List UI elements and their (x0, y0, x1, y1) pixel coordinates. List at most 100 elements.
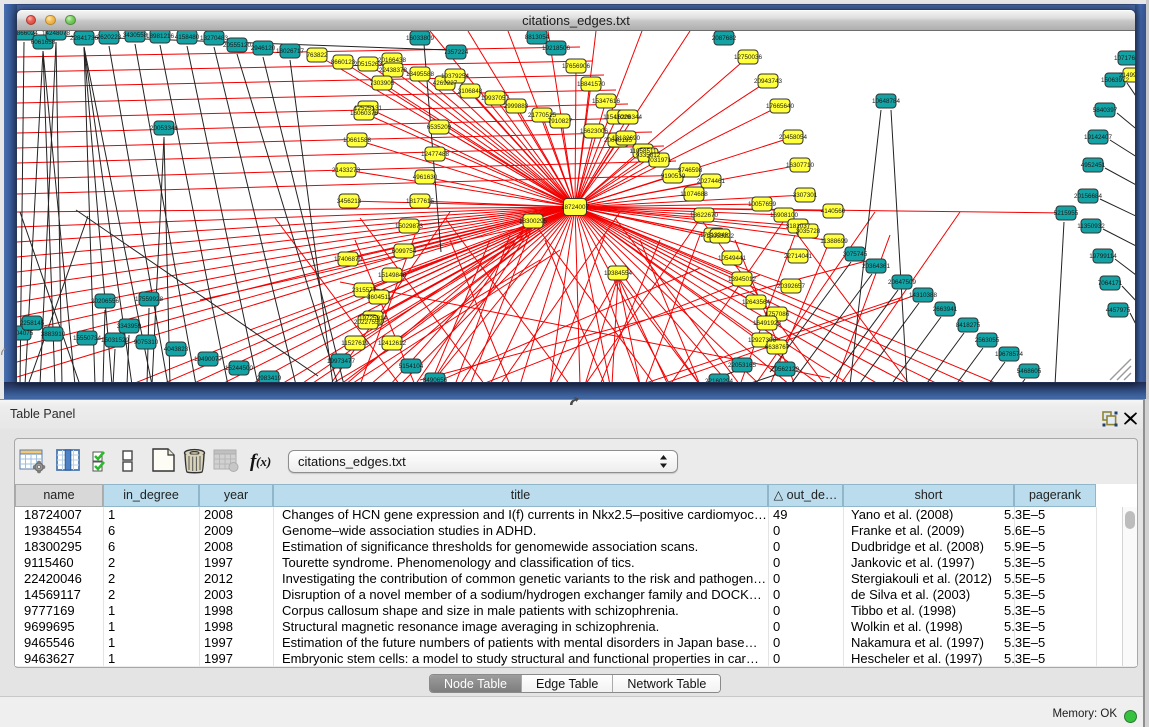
svg-text:19490077: 19490077 (194, 356, 223, 363)
svg-text:10057659: 10057659 (748, 201, 777, 208)
svg-text:16033809: 16033809 (406, 35, 435, 42)
svg-text:2663941: 2663941 (933, 306, 958, 313)
svg-text:16623006: 16623006 (580, 128, 609, 135)
svg-text:10549441: 10549441 (718, 255, 747, 262)
svg-text:15149848: 15149848 (378, 272, 407, 279)
svg-text:22841736: 22841736 (70, 35, 99, 42)
svg-text:18026717: 18026717 (276, 48, 305, 55)
svg-text:10648784: 10648784 (872, 98, 901, 105)
svg-text:18841570: 18841570 (577, 81, 606, 88)
svg-text:20458054: 20458054 (779, 134, 808, 141)
svg-text:20274461: 20274461 (697, 178, 726, 185)
svg-text:11074688: 11074688 (680, 191, 708, 198)
svg-text:4952451: 4952451 (1081, 162, 1106, 169)
svg-text:20206556: 20206556 (91, 298, 120, 305)
svg-text:14310388: 14310388 (909, 292, 938, 299)
svg-text:16307710: 16307710 (786, 162, 815, 169)
svg-text:11527619: 11527619 (341, 340, 369, 347)
svg-text:21433273: 21433273 (332, 167, 361, 174)
svg-text:14248078: 14248078 (42, 31, 71, 37)
svg-text:9190519: 9190519 (661, 173, 686, 180)
svg-text:19218506: 19218506 (542, 45, 571, 52)
svg-text:3035728: 3035728 (796, 228, 821, 235)
svg-text:12412612: 12412612 (378, 340, 407, 347)
svg-text:3883910: 3883910 (41, 331, 66, 338)
svg-text:12750036: 12750036 (734, 54, 763, 61)
svg-text:7910827: 7910827 (548, 118, 573, 125)
svg-text:17559928: 17559928 (135, 296, 164, 303)
svg-text:17656906: 17656906 (562, 63, 591, 70)
svg-text:2946120: 2946120 (251, 45, 276, 52)
svg-text:20364361: 20364361 (862, 263, 891, 270)
svg-text:12927396: 12927396 (748, 337, 777, 344)
svg-text:20392657: 20392657 (777, 283, 806, 290)
svg-text:13132690: 13132690 (612, 135, 641, 142)
svg-text:6535209: 6535209 (427, 124, 452, 131)
svg-text:11866024: 11866024 (17, 31, 38, 37)
svg-text:16206344: 16206344 (614, 114, 643, 121)
svg-text:22438378: 22438378 (379, 67, 408, 74)
svg-text:5840397: 5840397 (1093, 107, 1118, 114)
svg-text:3075745: 3075745 (843, 251, 868, 258)
svg-text:11388699: 11388699 (820, 238, 848, 245)
svg-text:7357224: 7357224 (444, 49, 469, 56)
svg-text:4457975: 4457975 (1106, 307, 1131, 314)
svg-text:6638767: 6638767 (765, 344, 790, 351)
svg-text:7303905: 7303905 (370, 80, 395, 87)
svg-text:17406879: 17406879 (334, 256, 363, 263)
svg-text:5468605: 5468605 (1017, 368, 1042, 375)
svg-text:19142407: 19142407 (1084, 134, 1113, 141)
svg-text:2983419: 2983419 (257, 375, 282, 382)
svg-text:15031529: 15031529 (101, 337, 130, 344)
svg-text:15550734: 15550734 (73, 335, 102, 342)
svg-text:20943743: 20943743 (754, 78, 783, 85)
svg-text:17665640: 17665640 (766, 103, 795, 110)
svg-text:2563055: 2563055 (975, 337, 1000, 344)
svg-text:18724007: 18724007 (561, 204, 590, 211)
svg-text:2999883: 2999883 (504, 103, 529, 110)
svg-text:4269227: 4269227 (433, 80, 458, 87)
svg-text:1757086: 1757086 (765, 311, 790, 318)
svg-text:22053165: 22053165 (728, 362, 757, 369)
svg-text:20562129: 20562129 (771, 366, 800, 373)
svg-text:3106848: 3106848 (458, 88, 483, 95)
svg-text:18177615: 18177615 (406, 198, 435, 205)
svg-text:20053346: 20053346 (150, 125, 179, 132)
svg-text:3746598: 3746598 (678, 167, 703, 174)
svg-text:3604511: 3604511 (367, 294, 392, 301)
svg-text:20156684: 20156684 (1074, 193, 1103, 200)
svg-text:5215955: 5215955 (1054, 210, 1079, 217)
svg-text:18622670: 18622670 (690, 212, 719, 219)
svg-text:2620223: 2620223 (97, 34, 122, 41)
svg-text:4961630: 4961630 (413, 174, 438, 181)
svg-text:11350932: 11350932 (1077, 223, 1105, 230)
svg-text:18981216: 18981216 (146, 33, 175, 40)
svg-text:18300295: 18300295 (519, 218, 548, 225)
svg-text:8418275: 8418275 (956, 322, 981, 329)
svg-text:20227559: 20227559 (354, 319, 383, 326)
svg-text:22714041: 22714041 (784, 253, 813, 260)
svg-text:4158480: 4158480 (175, 34, 200, 41)
svg-text:2258145: 2258145 (20, 320, 45, 327)
svg-text:21499058: 21499058 (1119, 72, 1135, 79)
svg-text:4043823: 4043823 (164, 346, 189, 353)
svg-text:12477488: 12477488 (421, 151, 450, 158)
svg-text:7031971: 7031971 (647, 157, 672, 164)
svg-text:(x): (x) (256, 454, 271, 469)
svg-text:8490656: 8490656 (423, 377, 448, 382)
svg-text:22160294: 22160294 (705, 378, 734, 382)
svg-text:10661588: 10661588 (343, 137, 372, 144)
svg-text:20166438: 20166438 (378, 57, 407, 64)
svg-text:20647509: 20647509 (888, 279, 917, 286)
svg-text:763822: 763822 (306, 52, 328, 59)
svg-text:19973477: 19973477 (327, 358, 356, 365)
svg-text:19384554: 19384554 (604, 270, 633, 277)
svg-text:19799114: 19799114 (1089, 253, 1117, 260)
svg-text:13270483: 13270483 (200, 35, 229, 42)
svg-text:13495588: 13495588 (406, 71, 435, 78)
svg-text:3430558: 3430558 (123, 32, 148, 39)
svg-text:16908100: 16908100 (770, 212, 799, 219)
svg-text:8813054: 8813054 (525, 34, 550, 41)
svg-text:2315577: 2315577 (352, 287, 377, 294)
svg-text:6099754: 6099754 (392, 248, 417, 255)
